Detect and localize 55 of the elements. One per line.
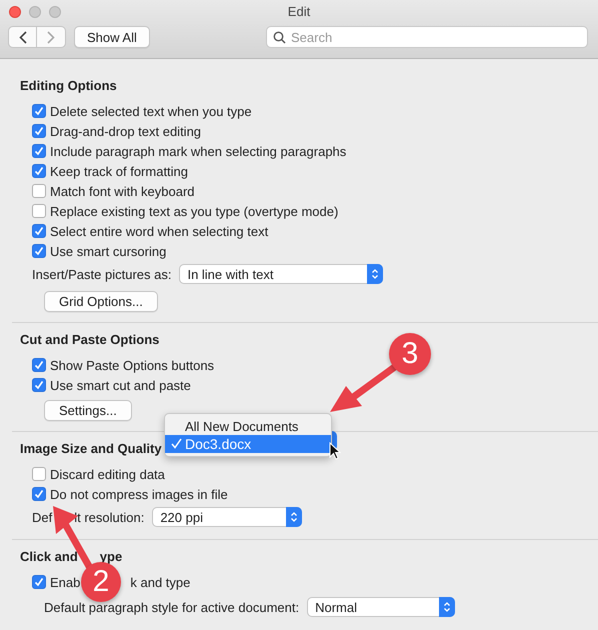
checkbox[interactable] (32, 467, 46, 481)
options-button[interactable]: Grid Options... (44, 291, 158, 312)
checkbox[interactable] (32, 204, 46, 218)
checkbox-label: Use smart cut and paste (50, 378, 191, 392)
section-heading: Editing Options (20, 77, 117, 95)
checkbox-label: Enab (50, 574, 80, 590)
checkbox[interactable] (32, 104, 46, 118)
checkbox[interactable] (32, 487, 46, 501)
popup-button[interactable]: 220 ppi (152, 507, 302, 527)
checkbox[interactable] (32, 124, 46, 138)
close-button[interactable] (9, 6, 21, 18)
checkbox[interactable] (32, 224, 46, 238)
checkbox-label: Drag-and-drop text editing (50, 124, 202, 138)
checkbox[interactable] (32, 244, 46, 258)
section-heading: Image Size and Quality (20, 440, 162, 458)
popup-button[interactable]: Normal (307, 597, 456, 617)
search-field[interactable]: Search (266, 26, 588, 48)
search-icon (273, 31, 286, 44)
stepper-icon (367, 264, 384, 284)
number-badge: 3 (389, 333, 431, 375)
checkbox-label: Include paragraph mark when selecting paragraphs (50, 144, 346, 158)
checkbox[interactable] (32, 358, 46, 372)
pointer-icon (329, 442, 341, 460)
checkmark-icon (171, 438, 182, 449)
section-heading: Cut and Paste Options (20, 331, 160, 349)
checkbox-label: Do not compress images in file (50, 486, 228, 502)
checkbox-label: Select entire word when selecting text (50, 224, 268, 238)
back-button[interactable] (8, 26, 37, 48)
checkbox-label: Show Paste Options buttons (50, 358, 214, 372)
checkbox-label: Use smart cursoring (50, 244, 166, 258)
field-label: Default paragraph style for active document: (44, 600, 300, 614)
checkbox[interactable] (32, 184, 46, 198)
chevron-left-icon (18, 30, 26, 44)
window-title: Edit (286, 4, 312, 19)
checkbox-label: Match font with keyboard (50, 184, 195, 198)
popup-button[interactable]: In line with text (179, 264, 384, 284)
checkbox-label: Replace existing text as you type (overtype mode) (50, 204, 338, 218)
checkbox-label: Discard editing data (50, 466, 165, 482)
checkbox[interactable] (32, 164, 46, 178)
checkbox[interactable] (32, 575, 46, 589)
checkbox-label: Delete selected text when you type (50, 104, 252, 118)
checkbox-label: Keep track of formatting (50, 164, 188, 178)
checkbox[interactable] (32, 144, 46, 158)
field-label: Def (32, 510, 52, 524)
show-all-button[interactable]: Show All (74, 26, 150, 48)
field-label: Insert/Paste pictures as: (32, 266, 172, 282)
menu-item[interactable]: Doc3.docx (165, 435, 331, 453)
stepper-icon (439, 597, 456, 617)
checkbox-label: k and type (130, 574, 190, 590)
section-heading: Click and (20, 548, 78, 566)
stepper-icon (286, 507, 302, 527)
checkbox[interactable] (32, 378, 46, 392)
chevron-right-icon (47, 30, 55, 44)
menu-item[interactable]: All New Documents (165, 417, 331, 435)
options-button[interactable]: Settings... (44, 400, 132, 421)
